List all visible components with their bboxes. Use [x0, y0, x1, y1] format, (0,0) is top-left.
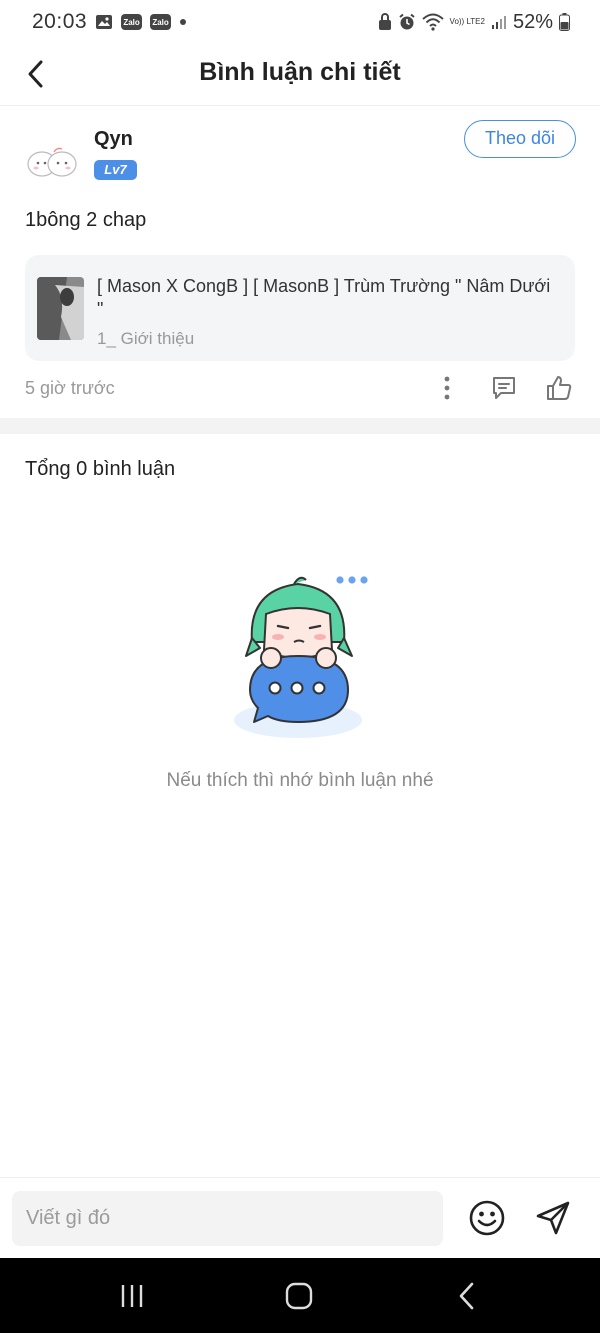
back-arrow-icon	[459, 1282, 474, 1310]
author-name[interactable]: Qyn	[94, 128, 133, 151]
linked-story-card[interactable]: [ Mason X CongB ] [ MasonB ] Trùm Trường…	[25, 255, 575, 361]
lock-icon	[378, 13, 392, 31]
comment-composer	[0, 1177, 600, 1258]
send-button[interactable]	[532, 1197, 574, 1239]
post-meta: 5 giờ trước	[25, 370, 577, 406]
follow-button[interactable]: Theo dõi	[464, 120, 576, 158]
battery-icon	[559, 13, 570, 31]
comment-count: Tổng 0 bình luận	[25, 458, 176, 480]
battery-percent: 52%	[512, 10, 553, 33]
story-title: [ Mason X CongB ] [ MasonB ] Trùm Trường…	[97, 276, 551, 319]
post-time: 5 giờ trước	[25, 378, 115, 398]
more-options-button[interactable]	[429, 370, 465, 406]
wifi-icon	[421, 13, 444, 31]
avatar[interactable]	[24, 130, 82, 188]
status-time: 20:03	[32, 10, 88, 33]
gallery-icon	[95, 14, 113, 30]
system-nav-bar	[0, 1258, 600, 1333]
status-bar: 20:03 Zalo Zalo Vo)) LTE2 52%	[0, 0, 600, 44]
smiley-icon	[469, 1200, 505, 1236]
recent-apps-button[interactable]	[112, 1276, 152, 1316]
comment-icon	[493, 377, 515, 399]
empty-state-message: Nếu thích thì nhớ bình luận nhé	[166, 770, 434, 791]
send-icon	[536, 1201, 570, 1235]
system-back-button[interactable]	[447, 1276, 487, 1316]
more-vertical-icon	[444, 376, 450, 400]
home-icon	[285, 1282, 313, 1310]
alarm-icon	[398, 13, 416, 31]
top-app-bar: Bình luận chi tiết	[0, 44, 600, 106]
zalo-icon: Zalo	[150, 14, 172, 30]
volte-icon: Vo)) LTE2	[449, 17, 485, 26]
emoji-button[interactable]	[466, 1197, 508, 1239]
empty-comments-illustration	[230, 570, 375, 745]
story-chapter: 1_ Giới thiệu	[97, 329, 195, 348]
thumbs-up-icon	[547, 376, 572, 400]
like-button[interactable]	[541, 370, 577, 406]
story-thumbnail	[37, 277, 84, 340]
comment-input[interactable]	[12, 1191, 443, 1246]
post-author: Qyn Lv7 Theo dõi	[24, 120, 576, 188]
home-button[interactable]	[279, 1276, 319, 1316]
post-content: 1bông 2 chap	[25, 209, 147, 231]
comment-button[interactable]	[486, 370, 522, 406]
signal-icon	[491, 14, 507, 30]
section-divider	[0, 418, 600, 434]
level-badge: Lv7	[94, 160, 137, 180]
page-title: Bình luận chi tiết	[199, 58, 401, 86]
zalo-icon: Zalo	[121, 14, 143, 30]
recent-apps-icon	[121, 1285, 143, 1307]
dot-icon	[179, 18, 187, 26]
